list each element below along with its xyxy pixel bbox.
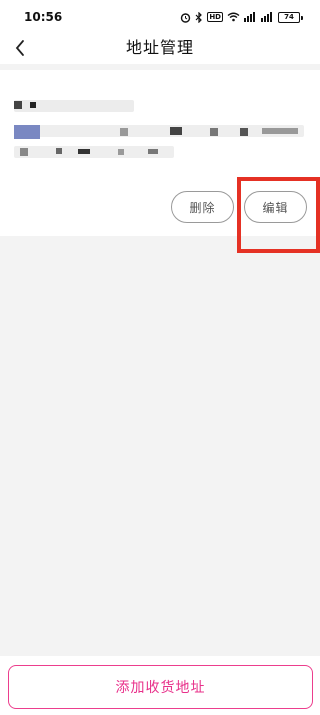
- page-title: 地址管理: [125, 38, 194, 57]
- add-address-button[interactable]: 添加收货地址: [8, 665, 313, 709]
- status-icons: HD 74: [180, 11, 303, 23]
- battery-icon: 74: [278, 11, 303, 23]
- delete-button[interactable]: 删除: [171, 191, 234, 223]
- wifi-icon: [227, 12, 240, 22]
- hd-icon: HD: [207, 12, 223, 22]
- nav-bar: 地址管理: [0, 34, 320, 64]
- bluetooth-icon: [195, 11, 203, 23]
- status-bar: 10:56 HD 74: [0, 0, 320, 34]
- alarm-icon: [181, 12, 191, 23]
- edit-highlight-box: [237, 177, 320, 253]
- signal-icon: [244, 12, 255, 22]
- signal-icon: [261, 12, 272, 22]
- status-time: 10:56: [24, 10, 63, 24]
